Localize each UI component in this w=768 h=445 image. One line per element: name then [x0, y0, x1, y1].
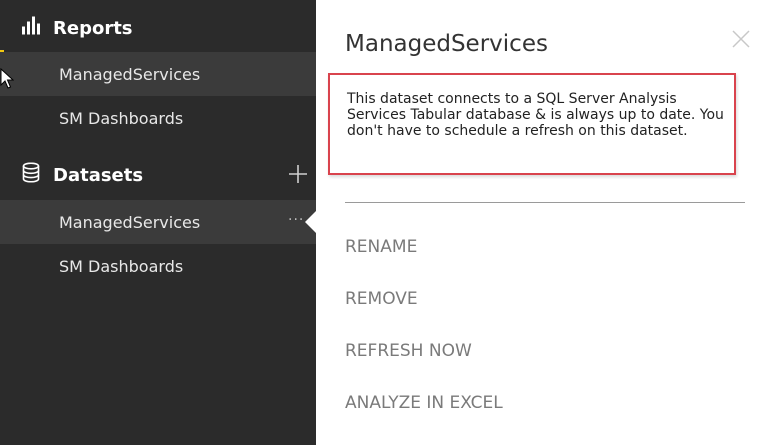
sidebar-item-report-sm-dashboards[interactable]: SM Dashboards	[0, 96, 316, 140]
reports-header-label: Reports	[53, 17, 133, 39]
dataset-label: SM Dashboards	[59, 256, 184, 276]
datasets-section-header[interactable]: Datasets	[0, 153, 316, 197]
navigation-pane: Reports ManagedServices SM Dashboards Da…	[0, 0, 316, 445]
reports-section-header[interactable]: Reports	[0, 6, 316, 50]
sidebar-item-dataset-sm-dashboards[interactable]: SM Dashboards	[0, 244, 316, 288]
plus-icon[interactable]	[288, 164, 308, 184]
ellipsis-icon[interactable]: ···	[288, 212, 304, 228]
bar-chart-icon	[22, 16, 44, 40]
dataset-label: ManagedServices	[59, 212, 201, 232]
dataset-description: This dataset connects to a SQL Server An…	[347, 91, 724, 139]
remove-menu-item[interactable]: REMOVE	[345, 289, 418, 309]
dataset-flyout-panel: ManagedServices This dataset connects to…	[316, 0, 768, 445]
dataset-description-callout: This dataset connects to a SQL Server An…	[328, 73, 736, 175]
rename-menu-item[interactable]: RENAME	[345, 237, 417, 257]
sidebar-item-dataset-managedservices[interactable]: ManagedServices	[0, 200, 316, 244]
report-label: ManagedServices	[59, 64, 201, 84]
report-label: SM Dashboards	[59, 108, 184, 128]
database-icon	[22, 162, 40, 188]
analyze-in-excel-menu-item[interactable]: ANALYZE IN EXCEL	[345, 393, 503, 413]
divider	[345, 202, 745, 203]
mouse-cursor-icon	[0, 67, 15, 94]
refresh-now-menu-item[interactable]: REFRESH NOW	[345, 341, 472, 361]
sidebar-item-report-managedservices[interactable]: ManagedServices	[0, 52, 316, 96]
flyout-pointer	[305, 211, 316, 233]
close-icon[interactable]	[731, 29, 751, 49]
datasets-header-label: Datasets	[53, 164, 144, 186]
panel-title: ManagedServices	[345, 31, 548, 57]
